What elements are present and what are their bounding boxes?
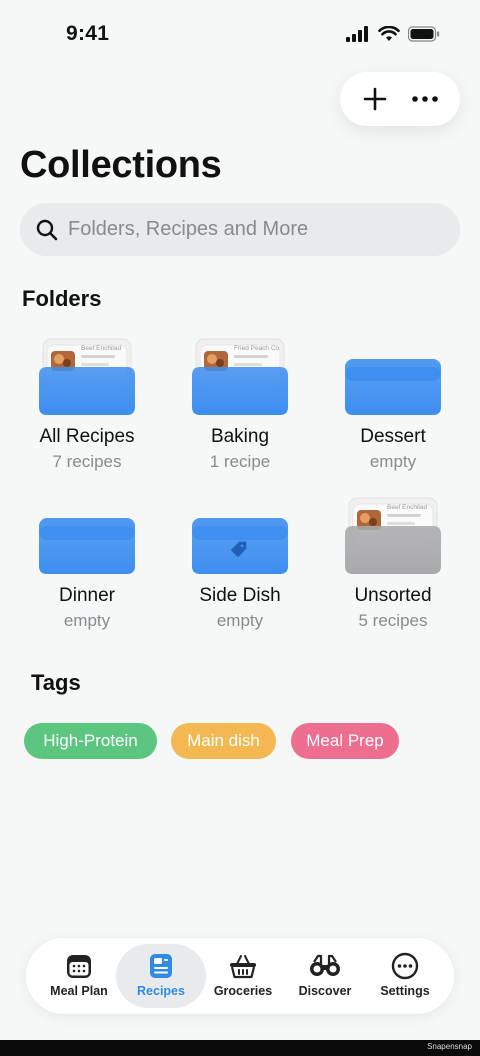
tags-section-title: Tags xyxy=(31,670,81,695)
more-button[interactable] xyxy=(405,79,445,119)
folder-baking[interactable]: Fried Peach Co Baking 1 recipe xyxy=(170,337,310,477)
battery-icon xyxy=(408,26,440,42)
basket-icon xyxy=(230,955,256,979)
folder-icon xyxy=(192,518,288,574)
folders-section-title: Folders xyxy=(22,286,102,311)
add-button[interactable] xyxy=(355,79,395,119)
folder-name: Dinner xyxy=(59,585,115,606)
folder-side-dish[interactable]: Side Dish empty xyxy=(170,496,310,636)
folder-icon: Beef Enchilad xyxy=(39,338,135,415)
folder-icon xyxy=(39,518,135,574)
folder-count: empty xyxy=(216,611,264,630)
folder-preview-title: Beef Enchilad xyxy=(387,504,427,511)
tab-bar: Meal Plan Recipes Groceries Discover Set… xyxy=(26,938,454,1014)
status-bar: 9:41 xyxy=(0,0,480,70)
folder-count: empty xyxy=(63,611,111,630)
folder-preview-title: Beef Enchilad xyxy=(81,345,121,352)
tab-label: Meal Plan xyxy=(50,984,108,998)
folder-count: empty xyxy=(369,452,417,471)
tab-discover[interactable]: Discover xyxy=(280,944,370,1008)
folder-dinner[interactable]: Dinner empty xyxy=(17,496,157,636)
folder-name: Baking xyxy=(210,426,270,447)
tag-high-protein[interactable]: High-Protein xyxy=(24,723,157,759)
tab-label: Recipes xyxy=(137,984,185,998)
folder-icon: Fried Peach Co xyxy=(192,338,288,415)
folder-count: 5 recipes xyxy=(358,611,428,630)
tag-main-dish[interactable]: Main dish xyxy=(171,723,276,759)
folder-count: 1 recipe xyxy=(209,452,271,471)
status-icons xyxy=(346,26,440,42)
tag-label: Meal Prep xyxy=(306,731,384,750)
search-icon xyxy=(36,219,58,240)
cellular-signal-icon xyxy=(346,26,368,42)
folder-name: All Recipes xyxy=(39,426,135,447)
folder-preview-title: Fried Peach Co xyxy=(234,345,280,352)
tag-label: High-Protein xyxy=(43,731,138,750)
search-bar[interactable] xyxy=(20,203,460,256)
folder-name: Dessert xyxy=(360,426,426,447)
binoculars-icon xyxy=(310,954,340,976)
plus-icon xyxy=(363,87,387,111)
tab-label: Discover xyxy=(298,984,352,998)
tab-recipes[interactable]: Recipes xyxy=(116,944,206,1008)
folder-icon: Beef Enchilad xyxy=(345,497,441,574)
tag-meal-prep[interactable]: Meal Prep xyxy=(291,723,399,759)
tab-groceries[interactable]: Groceries xyxy=(198,944,288,1008)
folder-name: Side Dish xyxy=(199,585,281,606)
watermark: Snapensnap xyxy=(427,1042,472,1051)
search-input[interactable] xyxy=(68,218,428,241)
wifi-icon xyxy=(378,26,400,41)
folder-unsorted[interactable]: Beef Enchilad Unsorted 5 recipes xyxy=(323,496,463,636)
folder-icon xyxy=(345,359,441,415)
status-time: 9:41 xyxy=(66,22,110,45)
tab-label: Groceries xyxy=(213,984,273,998)
folder-all-recipes[interactable]: Beef Enchilad All Recipes 7 recipes xyxy=(17,337,157,477)
tab-meal-plan[interactable]: Meal Plan xyxy=(34,944,124,1008)
folder-dessert[interactable]: Dessert empty xyxy=(323,337,463,477)
recipe-card-icon xyxy=(150,954,172,978)
bottom-strip: Snapensnap xyxy=(0,1040,480,1056)
page-title: Collections xyxy=(20,144,222,186)
top-actions xyxy=(340,72,460,126)
folder-count: 7 recipes xyxy=(52,452,122,471)
folder-name: Unsorted xyxy=(354,585,432,606)
tab-settings[interactable]: Settings xyxy=(360,944,450,1008)
ellipsis-icon xyxy=(412,96,438,102)
more-circle-icon xyxy=(391,952,419,980)
calendar-icon xyxy=(67,955,91,978)
tab-label: Settings xyxy=(380,984,430,998)
tag-label: Main dish xyxy=(187,731,260,750)
